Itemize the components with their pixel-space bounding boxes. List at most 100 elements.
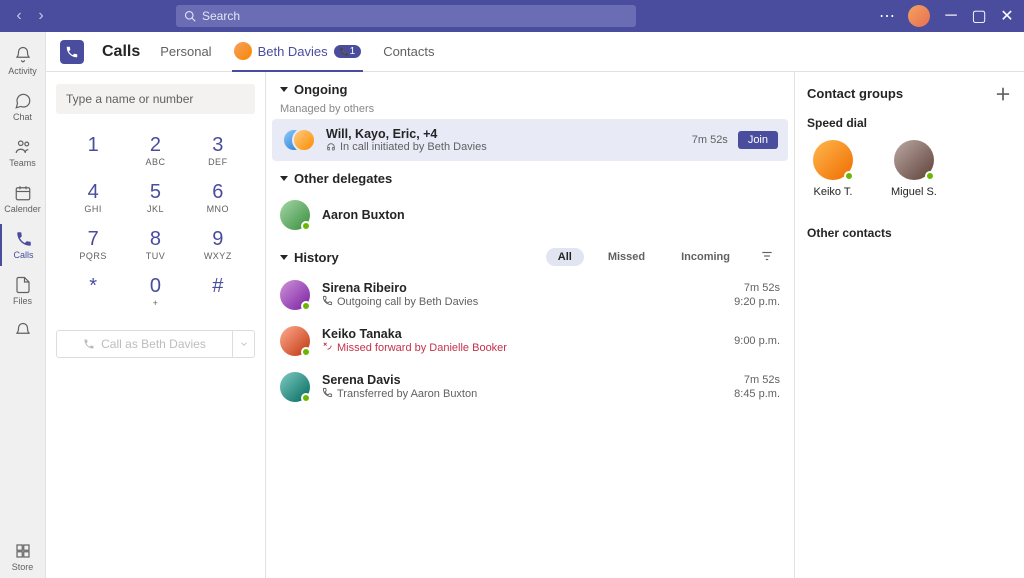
history-row[interactable]: Sirena Ribeiro Outgoing call by Beth Dav… xyxy=(266,272,794,318)
rail-chat[interactable]: Chat xyxy=(0,86,45,128)
chevron-down-icon xyxy=(239,339,249,349)
tab-delegate-label: Beth Davies xyxy=(258,44,328,59)
maximize-button[interactable]: ▢ xyxy=(972,9,986,23)
avatar xyxy=(894,140,934,180)
back-button[interactable]: ‹ xyxy=(10,7,28,25)
delegate-name: Aaron Buxton xyxy=(322,208,780,222)
calls-tabbar: Calls Personal Beth Davies 📞1 Contacts xyxy=(46,32,1024,72)
phone-icon xyxy=(83,338,95,350)
history-detail: Transferred by Aaron Buxton xyxy=(322,387,722,401)
tab-delegate[interactable]: Beth Davies 📞1 xyxy=(232,32,364,72)
contact-name: Keiko T. xyxy=(814,186,853,198)
store-icon xyxy=(14,542,32,560)
delegate-row[interactable]: Aaron Buxton xyxy=(266,192,794,238)
dialkey-7[interactable]: 7PQRS xyxy=(62,228,124,261)
ongoing-header[interactable]: Ongoing xyxy=(266,72,794,103)
dialkey-9[interactable]: 9WXYZ xyxy=(187,228,249,261)
phone-icon xyxy=(15,230,33,248)
app-rail: Activity Chat Teams Calender Calls Files xyxy=(0,32,46,578)
chip-all[interactable]: All xyxy=(546,248,584,266)
headset-icon xyxy=(326,142,336,152)
dial-placeholder: Type a name or number xyxy=(66,92,193,106)
history-detail: Outgoing call by Beth Davies xyxy=(322,295,722,309)
search-input[interactable]: Search xyxy=(176,5,636,27)
chip-missed[interactable]: Missed xyxy=(596,248,657,266)
history-header[interactable]: History All Missed Incoming xyxy=(266,238,794,272)
rail-calls[interactable]: Calls xyxy=(0,224,45,266)
call-list-panel: Ongoing Managed by others Will, Kayo, Er… xyxy=(266,72,794,578)
ongoing-duration: 7m 52s xyxy=(692,134,728,146)
dialkey-*[interactable]: * xyxy=(62,275,124,308)
join-button[interactable]: Join xyxy=(738,131,778,149)
user-avatar[interactable] xyxy=(908,5,930,27)
rail-teams[interactable]: Teams xyxy=(0,132,45,174)
dialkey-5[interactable]: 5JKL xyxy=(124,181,186,214)
speed-dial-contact[interactable]: Miguel S. xyxy=(891,140,937,198)
dialkey-3[interactable]: 3DEF xyxy=(187,134,249,167)
dialkey-8[interactable]: 8TUV xyxy=(124,228,186,261)
other-contacts-title: Other contacts xyxy=(807,226,1012,240)
contact-name: Miguel S. xyxy=(891,186,937,198)
history-meta: 7m 52s 9:20 p.m. xyxy=(734,282,780,308)
other-delegates-header[interactable]: Other delegates xyxy=(266,161,794,192)
dialkey-4[interactable]: 4GHI xyxy=(62,181,124,214)
dialkey-0[interactable]: 0+ xyxy=(124,275,186,308)
missed-icon xyxy=(322,341,333,355)
avatar xyxy=(280,372,310,402)
avatar xyxy=(280,280,310,310)
caret-down-icon xyxy=(280,255,288,260)
call-as-dropdown[interactable] xyxy=(232,331,254,357)
minimize-button[interactable]: ─ xyxy=(944,9,958,23)
calls-app-icon xyxy=(60,40,84,64)
ongoing-sub: In call initiated by Beth Davies xyxy=(340,141,487,153)
speed-dial-contact[interactable]: Keiko T. xyxy=(813,140,853,198)
rail-more[interactable] xyxy=(0,316,45,348)
avatar xyxy=(280,326,310,356)
avatar xyxy=(813,140,853,180)
add-contact-group-button[interactable]: ＋ xyxy=(994,84,1012,102)
chip-incoming[interactable]: Incoming xyxy=(669,248,742,266)
more-icon[interactable]: ⋯ xyxy=(880,9,894,23)
dialkey-6[interactable]: 6MNO xyxy=(187,181,249,214)
dial-keypad: 12ABC3DEF 4GHI5JKL6MNO 7PQRS8TUV9WXYZ *0+# xyxy=(56,134,255,308)
rail-files[interactable]: Files xyxy=(0,270,45,312)
tab-personal[interactable]: Personal xyxy=(158,34,213,69)
dialkey-2[interactable]: 2ABC xyxy=(124,134,186,167)
contact-groups-panel: Contact groups ＋ Speed dial Keiko T.Migu… xyxy=(794,72,1024,578)
filter-icon[interactable] xyxy=(754,249,780,266)
call-as-button[interactable]: Call as Beth Davies xyxy=(56,330,255,358)
files-icon xyxy=(14,276,32,294)
rail-calendar[interactable]: Calender xyxy=(0,178,45,220)
dialkey-#[interactable]: # xyxy=(187,275,249,308)
dial-input[interactable]: Type a name or number xyxy=(56,84,255,114)
history-row[interactable]: Serena Davis Transferred by Aaron Buxton… xyxy=(266,364,794,410)
bell-icon xyxy=(14,46,32,64)
calendar-icon xyxy=(14,184,32,202)
search-icon xyxy=(184,10,196,22)
history-name: Keiko Tanaka xyxy=(322,327,722,341)
presence-available-icon xyxy=(844,171,854,181)
call-as-label: Call as Beth Davies xyxy=(101,337,206,351)
history-meta: 9:00 p.m. xyxy=(734,335,780,347)
nav-arrows: ‹ › xyxy=(10,7,50,25)
history-name: Sirena Ribeiro xyxy=(322,281,722,295)
tab-delegate-badge: 📞1 xyxy=(334,45,362,58)
history-row[interactable]: Keiko Tanaka Missed forward by Danielle … xyxy=(266,318,794,364)
dialkey-1[interactable]: 1 xyxy=(62,134,124,167)
rail-activity[interactable]: Activity xyxy=(0,40,45,82)
delegate-avatar-icon xyxy=(234,42,252,60)
teams-icon xyxy=(14,138,32,156)
page-title: Calls xyxy=(102,43,140,61)
tab-contacts[interactable]: Contacts xyxy=(381,34,436,69)
ongoing-call-row[interactable]: Will, Kayo, Eric, +4 In call initiated b… xyxy=(272,119,788,161)
ongoing-title: Will, Kayo, Eric, +4 xyxy=(326,127,487,141)
rail-store[interactable]: Store xyxy=(0,536,45,578)
title-bar: ‹ › Search ⋯ ─ ▢ ✕ xyxy=(0,0,1024,32)
caret-down-icon xyxy=(280,176,288,181)
forward-button[interactable]: › xyxy=(32,7,50,25)
bell-outline-icon xyxy=(14,322,32,340)
close-button[interactable]: ✕ xyxy=(1000,9,1014,23)
presence-available-icon xyxy=(925,171,935,181)
transfer-icon xyxy=(322,387,333,401)
speed-dial-title: Speed dial xyxy=(807,116,1012,130)
